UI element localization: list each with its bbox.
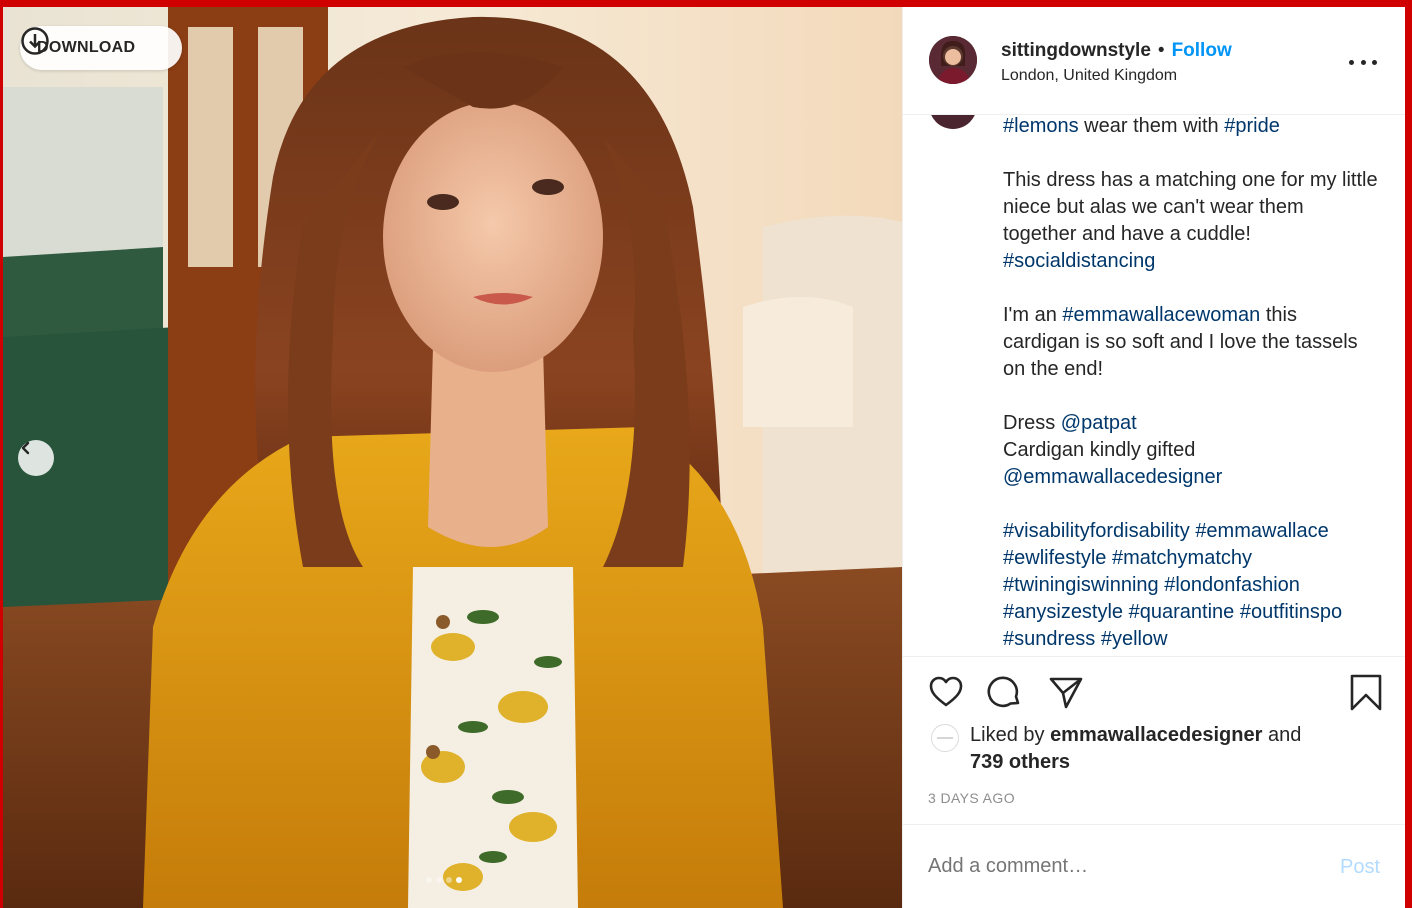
bookmark-icon[interactable] bbox=[1349, 674, 1383, 712]
post-modal: DOWNLOAD sittingdownstyle • Follow Londo… bbox=[3, 7, 1405, 908]
hashtag-link[interactable]: #socialdistancing bbox=[1003, 250, 1155, 272]
caption-run: I'm an bbox=[1003, 304, 1063, 326]
download-label: DOWNLOAD bbox=[37, 39, 136, 56]
more-dot bbox=[1349, 59, 1354, 65]
mention-link[interactable]: @patpat bbox=[1061, 412, 1137, 434]
more-dot bbox=[1372, 59, 1377, 65]
caption-run: wear them with bbox=[1078, 115, 1225, 137]
follow-button[interactable]: Follow bbox=[1172, 40, 1232, 62]
caption-run: Dress bbox=[1003, 412, 1061, 434]
heart-icon[interactable] bbox=[928, 674, 964, 710]
location-link[interactable]: London, United Kingdom bbox=[1001, 67, 1177, 85]
likes-summary: Liked by emmawallacedesigner and 739 oth… bbox=[970, 722, 1330, 776]
hashtag-link[interactable]: #quarantine bbox=[1129, 601, 1235, 623]
likes-others-link[interactable]: 739 others bbox=[970, 751, 1070, 773]
caption-paragraph: Cardigan kindly gifted @emmawallacedesig… bbox=[1003, 437, 1378, 491]
hashtag-link[interactable]: #outfitinspo bbox=[1240, 601, 1342, 623]
liked-by-avatar[interactable] bbox=[931, 724, 959, 752]
post-photo[interactable]: DOWNLOAD bbox=[3, 7, 902, 908]
liked-by-user-link[interactable]: emmawallacedesigner bbox=[1050, 724, 1262, 746]
post-timestamp[interactable]: 3 DAYS AGO bbox=[928, 790, 1015, 806]
hashtag-link[interactable]: #lemons bbox=[1003, 115, 1079, 137]
caption-scroll-area[interactable]: #lemons wear them with #pride This dress… bbox=[903, 115, 1405, 656]
liked-by-avatar-logo bbox=[937, 737, 953, 739]
download-circle-icon bbox=[21, 27, 49, 55]
post-header: sittingdownstyle • Follow London, United… bbox=[903, 7, 1405, 115]
caption-line: #lemons wear them with #pride bbox=[1003, 115, 1378, 140]
hashtag-link[interactable]: #twiningiswinning bbox=[1003, 574, 1159, 596]
post-comment-button[interactable]: Post bbox=[1340, 856, 1380, 879]
chevron-left-icon bbox=[21, 441, 30, 455]
mention-link[interactable]: @emmawallacedesigner bbox=[1003, 466, 1222, 488]
post-side-panel: sittingdownstyle • Follow London, United… bbox=[902, 7, 1405, 908]
carousel-dot bbox=[446, 877, 452, 883]
caption-run: This dress has a matching one for my lit… bbox=[1003, 169, 1378, 245]
photo-illustration bbox=[3, 7, 902, 908]
carousel-dot bbox=[436, 877, 442, 883]
username-link[interactable]: sittingdownstyle bbox=[1001, 40, 1151, 62]
hashtag-link[interactable]: #pride bbox=[1224, 115, 1280, 137]
comment-bubble-icon[interactable] bbox=[987, 674, 1023, 710]
hashtag-link[interactable]: #emmawallace bbox=[1195, 520, 1328, 542]
likes-prefix: Liked by bbox=[970, 724, 1051, 746]
caption-run: Cardigan kindly gifted bbox=[1003, 439, 1196, 461]
caption-paragraph: Dress @patpat bbox=[1003, 410, 1378, 437]
caption-hashtags: #visabilityfordisability #emmawallace #e… bbox=[1003, 518, 1378, 653]
likes-and: and bbox=[1262, 724, 1302, 746]
caption-paragraph: This dress has a matching one for my lit… bbox=[1003, 167, 1378, 275]
download-button[interactable]: DOWNLOAD bbox=[20, 26, 182, 70]
paper-plane-icon[interactable] bbox=[1048, 674, 1084, 710]
more-dot bbox=[1360, 59, 1366, 65]
hashtag-link[interactable]: #matchymatchy bbox=[1112, 547, 1252, 569]
caption-paragraph: I'm an #emmawallacewoman this cardigan i… bbox=[1003, 302, 1378, 383]
previous-slide-button[interactable] bbox=[18, 440, 54, 476]
comment-bar: Post bbox=[903, 824, 1405, 908]
caption-avatar[interactable] bbox=[929, 115, 977, 129]
avatar[interactable] bbox=[929, 36, 977, 84]
hashtag-link[interactable]: #ewlifestyle bbox=[1003, 547, 1106, 569]
carousel-indicator bbox=[426, 877, 462, 883]
hashtag-link[interactable]: #londonfashion bbox=[1164, 574, 1300, 596]
hashtag-link[interactable]: #visabilityfordisability bbox=[1003, 520, 1190, 542]
carousel-dot bbox=[456, 877, 462, 883]
hashtag-link[interactable]: #sundress bbox=[1003, 628, 1095, 650]
hashtag-link[interactable]: #anysizestyle bbox=[1003, 601, 1123, 623]
avatar-image bbox=[929, 36, 977, 84]
carousel-dot bbox=[426, 877, 432, 883]
caption-text: #lemons wear them with #pride This dress… bbox=[1003, 115, 1378, 656]
separator-dot: • bbox=[1157, 40, 1165, 61]
more-options-icon[interactable] bbox=[1349, 52, 1377, 72]
hashtag-link[interactable]: #emmawallacewoman bbox=[1062, 304, 1260, 326]
hashtag-link[interactable]: #yellow bbox=[1101, 628, 1168, 650]
comment-input[interactable] bbox=[928, 855, 1298, 878]
header-title-row: sittingdownstyle • Follow bbox=[1001, 40, 1232, 62]
